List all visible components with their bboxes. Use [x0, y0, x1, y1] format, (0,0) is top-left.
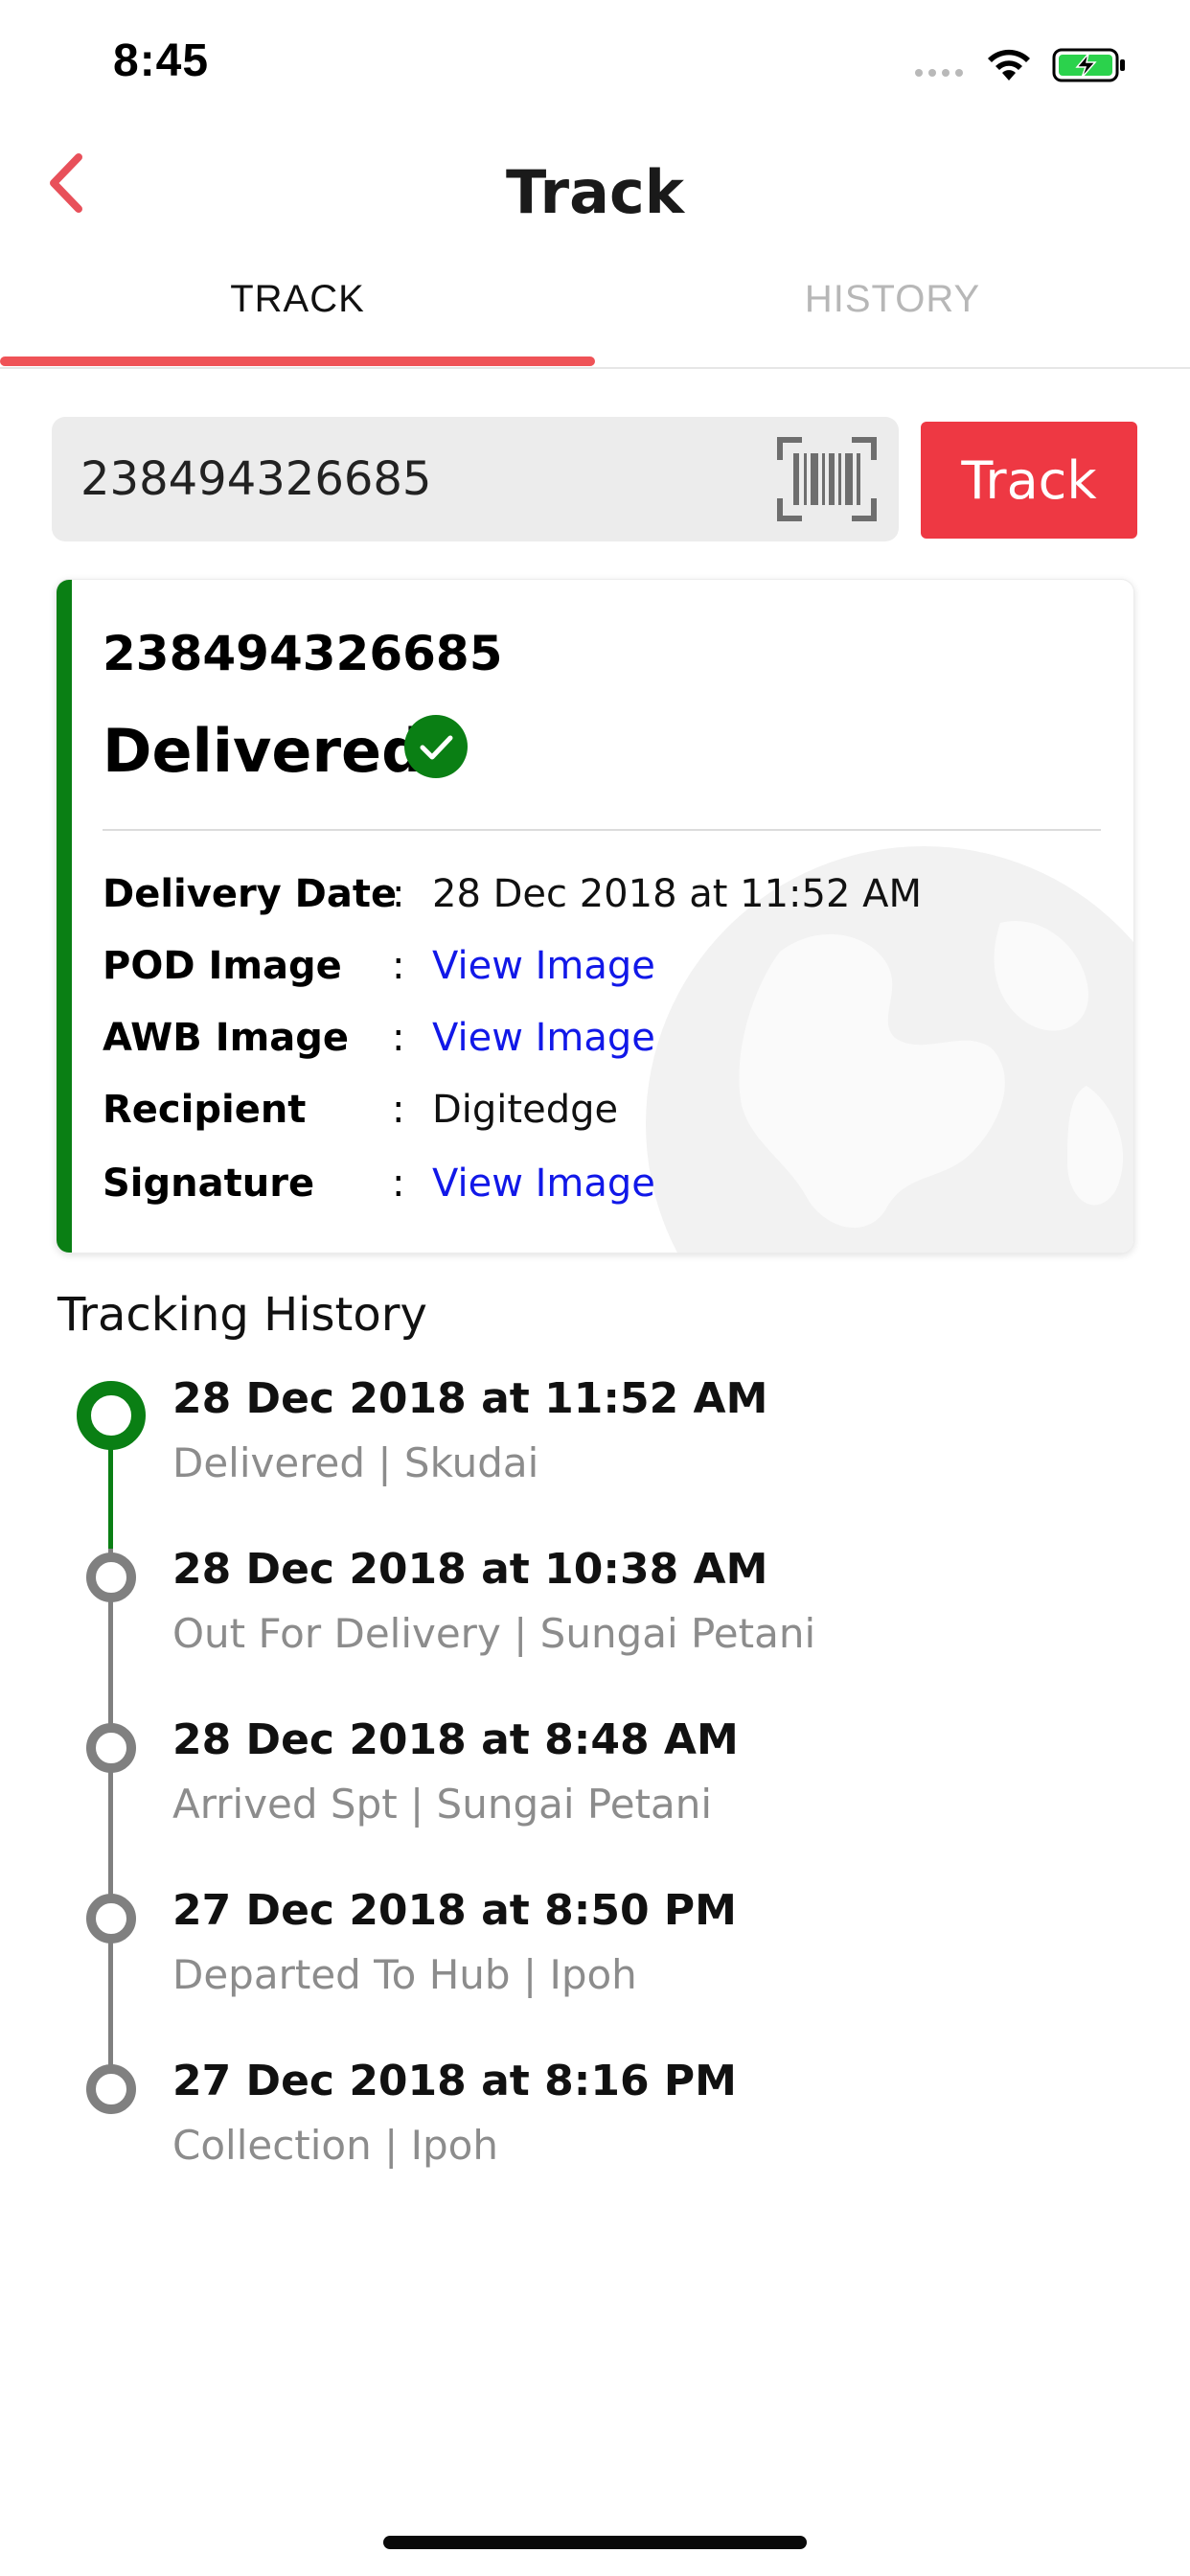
detail-row-recipient: Recipient : Digitedge — [103, 1088, 1099, 1145]
cellular-signal-icon — [915, 69, 963, 77]
detail-row-signature: Signature : View Image — [103, 1162, 1099, 1219]
status-time: 8:45 — [113, 35, 210, 86]
tab-history[interactable]: HISTORY — [595, 278, 1190, 321]
detail-row-pod-image: POD Image : View Image — [103, 944, 1099, 1001]
history-event-date: 28 Dec 2018 at 10:38 AM — [172, 1545, 768, 1594]
timeline-node — [86, 1894, 136, 1944]
history-event-description: Arrived Spt | Sungai Petani — [172, 1781, 713, 1828]
history-event-date: 27 Dec 2018 at 8:50 PM — [172, 1886, 737, 1935]
barcode-scan-icon[interactable] — [776, 436, 878, 522]
detail-row-delivery-date: Delivery Date : 28 Dec 2018 at 11:52 AM — [103, 872, 1099, 930]
check-circle-icon — [404, 715, 468, 778]
history-event-description: Departed To Hub | Ipoh — [172, 1951, 637, 1998]
tab-track[interactable]: TRACK — [0, 278, 595, 321]
history-event-date: 28 Dec 2018 at 11:52 AM — [172, 1374, 768, 1423]
tab-bar: TRACK HISTORY — [0, 259, 1190, 369]
battery-icon — [1052, 48, 1125, 82]
recipient-value: Digitedge — [432, 1088, 619, 1132]
timeline-node — [86, 1723, 136, 1773]
detail-label: Signature — [103, 1162, 315, 1206]
awb-image-link[interactable]: View Image — [432, 1016, 655, 1060]
signature-image-link[interactable]: View Image — [432, 1162, 655, 1206]
tracking-history-title: Tracking History — [57, 1288, 427, 1342]
detail-row-awb-image: AWB Image : View Image — [103, 1016, 1099, 1073]
status-accent-bar — [57, 580, 72, 1253]
track-button[interactable]: Track — [921, 422, 1137, 539]
card-divider — [103, 829, 1101, 831]
history-event-description: Delivered | Skudai — [172, 1439, 539, 1486]
timeline-node — [86, 1552, 136, 1602]
status-bar: 8:45 — [0, 0, 1190, 125]
history-event-description: Collection | Ipoh — [172, 2122, 498, 2169]
delivery-date-value: 28 Dec 2018 at 11:52 AM — [432, 872, 923, 916]
detail-label: Recipient — [103, 1088, 307, 1132]
detail-colon: : — [392, 1016, 405, 1060]
active-tab-indicator — [0, 356, 595, 366]
detail-label: Delivery Date — [103, 872, 398, 916]
tracking-number-input[interactable] — [80, 417, 770, 541]
detail-label: AWB Image — [103, 1016, 350, 1060]
delivery-status: Delivered — [103, 716, 424, 786]
timeline-node — [86, 2064, 136, 2114]
pod-image-link[interactable]: View Image — [432, 944, 655, 988]
detail-colon: : — [392, 944, 405, 988]
wifi-icon — [988, 49, 1030, 80]
history-event-description: Out For Delivery | Sungai Petani — [172, 1610, 816, 1657]
awb-number: 238494326685 — [103, 626, 503, 681]
page-title: Track — [506, 157, 684, 227]
detail-colon: : — [392, 1162, 405, 1206]
detail-colon: : — [392, 1088, 405, 1132]
delivery-result-card: 238494326685 Delivered Delivery Date : 2… — [56, 579, 1134, 1254]
detail-colon: : — [392, 872, 405, 916]
history-event-date: 27 Dec 2018 at 8:16 PM — [172, 2057, 737, 2105]
history-event-date: 28 Dec 2018 at 8:48 AM — [172, 1715, 739, 1764]
detail-label: POD Image — [103, 944, 342, 988]
tracking-search-box — [52, 417, 899, 541]
timeline-node-current — [77, 1381, 146, 1450]
home-indicator[interactable] — [383, 2536, 807, 2549]
timeline-connector — [108, 1549, 113, 2085]
